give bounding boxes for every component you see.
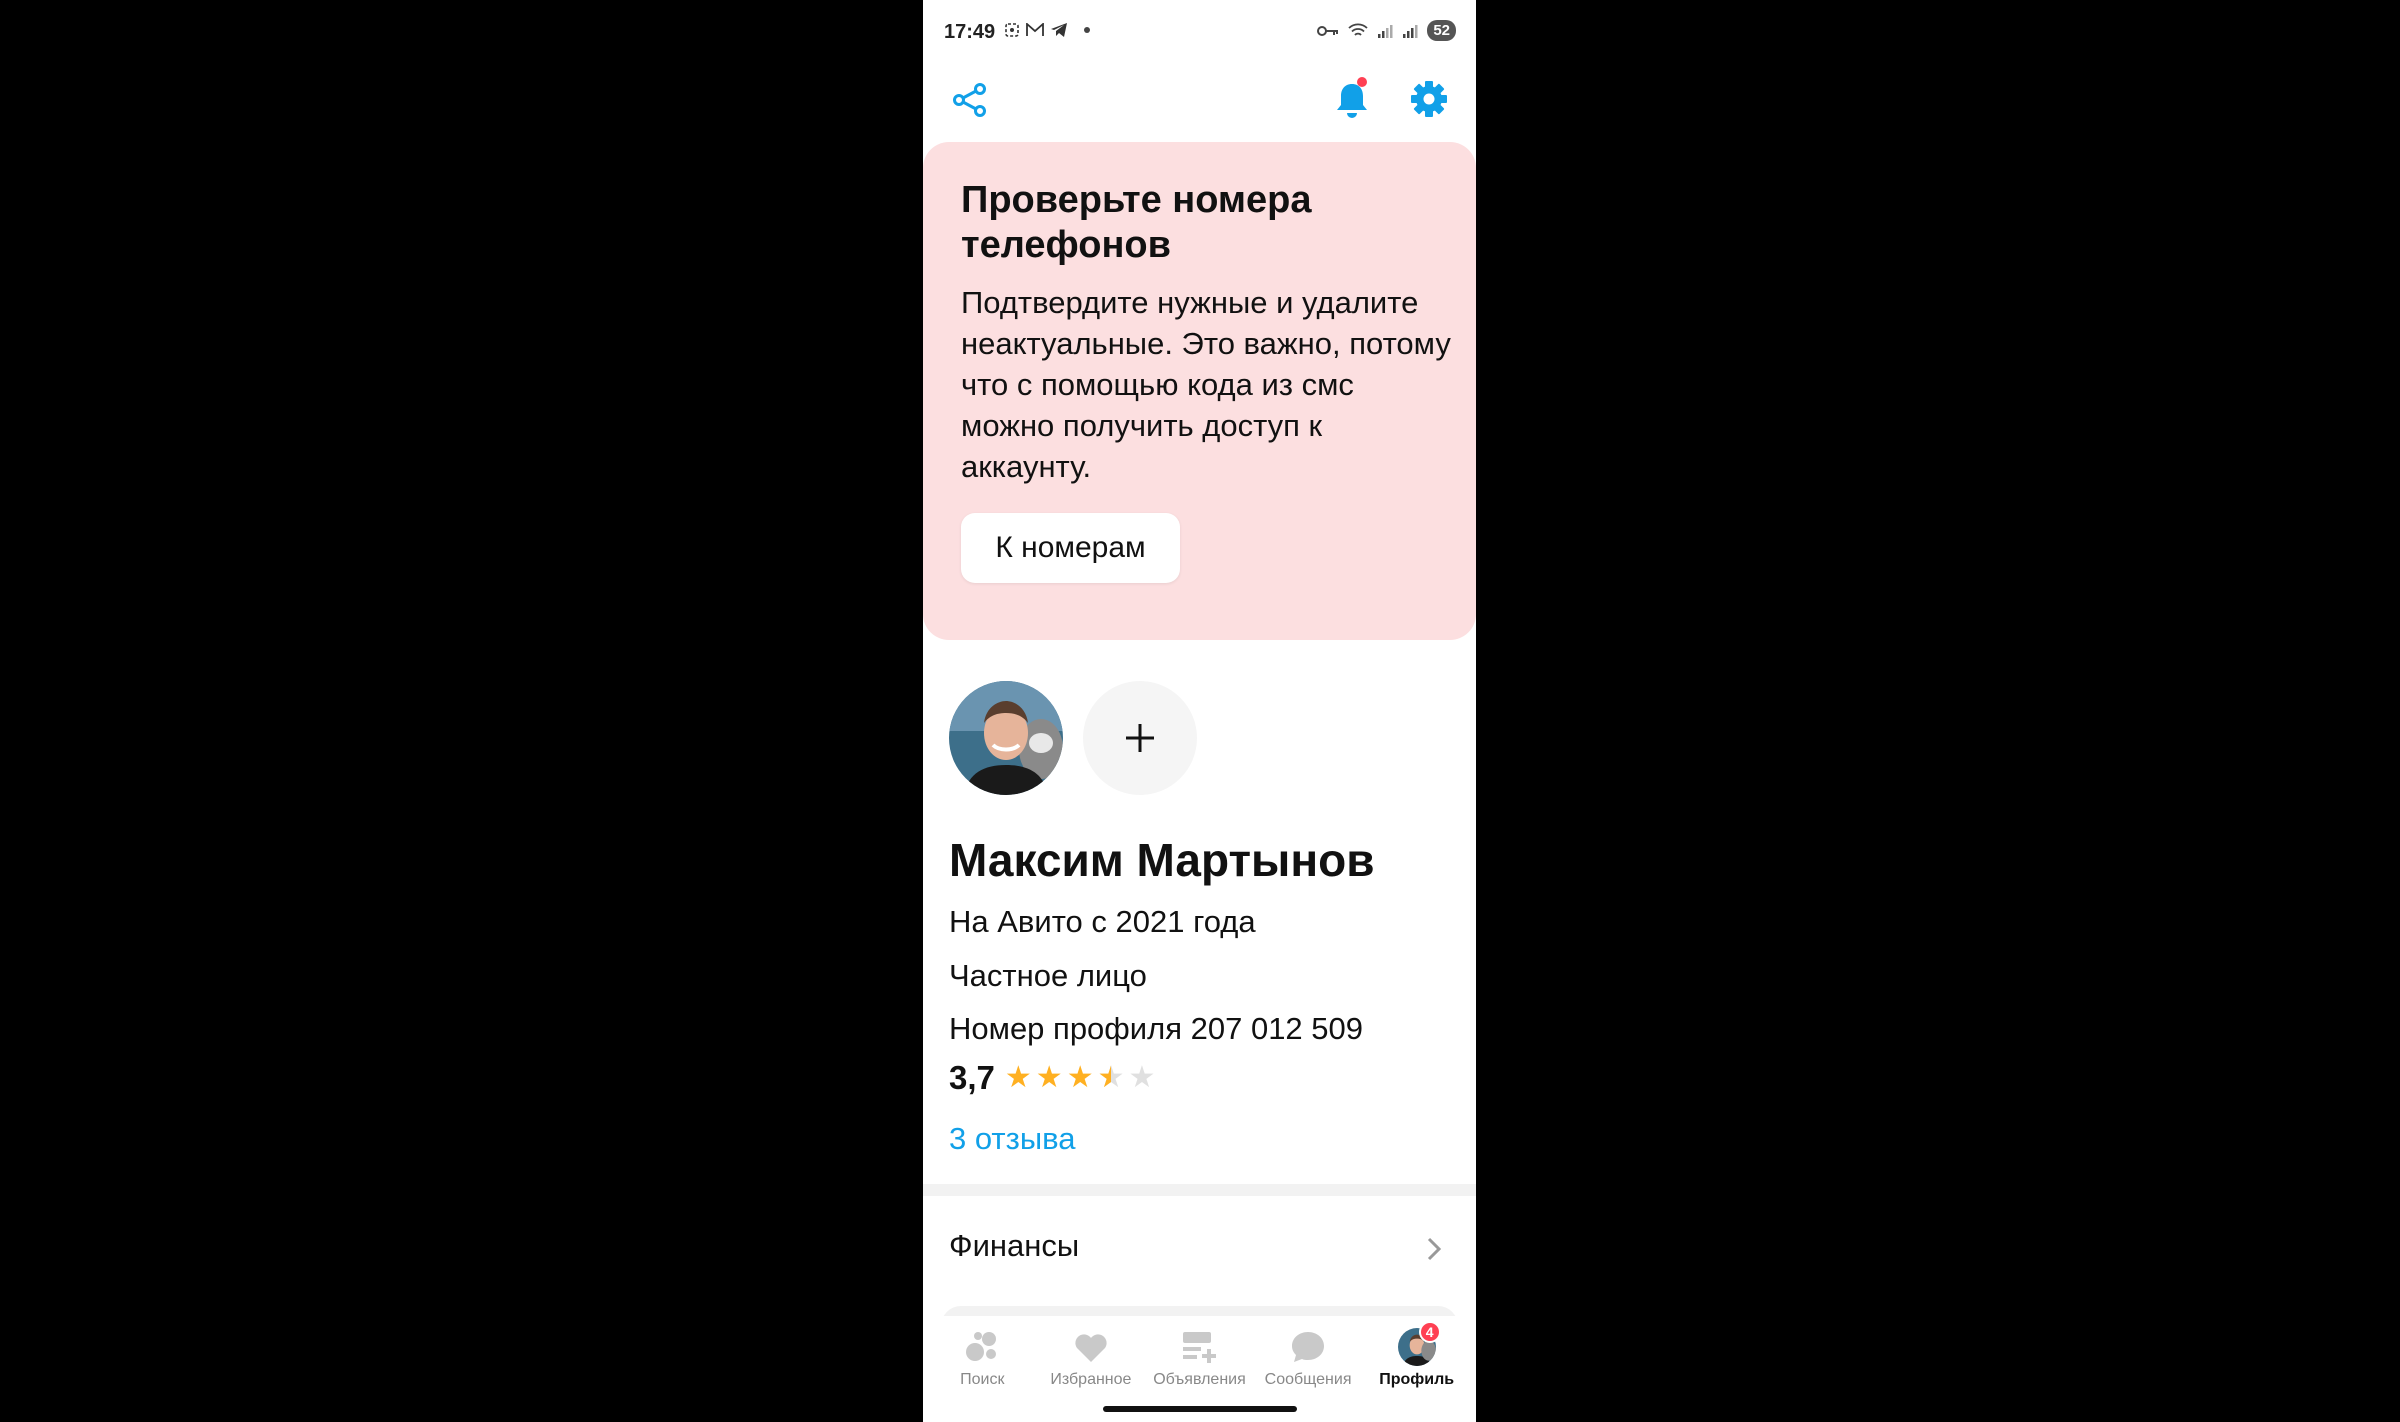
gear-icon[interactable] bbox=[1408, 78, 1450, 120]
signal-icon bbox=[1378, 24, 1393, 38]
battery-indicator: 52 bbox=[1427, 20, 1456, 41]
rating-stars: ★ ★ ★ ★ ★ bbox=[1004, 1061, 1156, 1094]
star-icon: ★ bbox=[1128, 1061, 1156, 1094]
ads-icon bbox=[1183, 1332, 1217, 1363]
more-notifications-dot bbox=[1084, 27, 1090, 33]
verify-phones-banner: Проверьте номера телефонов Подтвердите н… bbox=[923, 142, 1476, 640]
finance-label: Финансы bbox=[949, 1228, 1080, 1263]
star-icon: ★ bbox=[1035, 1061, 1063, 1094]
nav-label: Профиль bbox=[1379, 1371, 1455, 1388]
phone-screen: 17:49 52 Проверьте номера телефонов Подт… bbox=[923, 0, 1476, 1422]
nav-profile[interactable]: 4 Профиль bbox=[1362, 1316, 1471, 1422]
star-icon: ★ bbox=[1066, 1061, 1094, 1094]
nav-label: Избранное bbox=[1050, 1371, 1132, 1388]
reviews-link[interactable]: 3 отзыва bbox=[949, 1121, 1075, 1157]
nav-search[interactable]: Поиск bbox=[928, 1316, 1037, 1422]
vpn-key-icon bbox=[1317, 25, 1339, 36]
profile-avatar-icon: 4 bbox=[1397, 1321, 1441, 1367]
plus-icon bbox=[1126, 724, 1154, 752]
nav-label: Поиск bbox=[960, 1371, 1005, 1388]
banner-title: Проверьте номера телефонов bbox=[961, 179, 1312, 266]
nav-label: Объявления bbox=[1153, 1371, 1246, 1388]
nav-label: Сообщения bbox=[1264, 1371, 1352, 1388]
add-photo-button[interactable] bbox=[1083, 681, 1197, 795]
section-divider bbox=[923, 1184, 1476, 1196]
rating-value: 3,7 bbox=[949, 1059, 995, 1096]
rating: 3,7 ★ ★ ★ ★ ★ bbox=[949, 1059, 1155, 1097]
notification-badge: 4 bbox=[1418, 1321, 1441, 1343]
avatar[interactable] bbox=[949, 681, 1063, 795]
profile-number: Номер профиля 207 012 509 bbox=[949, 1011, 1364, 1046]
status-bar: 17:49 52 bbox=[923, 0, 1476, 70]
signal-2-icon bbox=[1403, 24, 1418, 38]
avatar-photo bbox=[949, 681, 1063, 795]
status-notification-icons bbox=[1004, 22, 1090, 38]
telegram-icon bbox=[1051, 23, 1067, 37]
message-bubble-icon bbox=[1292, 1332, 1325, 1362]
mail-icon bbox=[1026, 23, 1044, 36]
to-numbers-button[interactable]: К номерам bbox=[961, 513, 1180, 583]
chevron-right-icon bbox=[1427, 1237, 1442, 1261]
share-icon[interactable] bbox=[950, 80, 990, 120]
member-since: На Авито с 2021 года bbox=[949, 904, 1256, 939]
search-dots-icon bbox=[966, 1332, 997, 1361]
wifi-icon bbox=[1348, 23, 1368, 36]
star-icon: ★ bbox=[1004, 1061, 1032, 1094]
finance-menu-item[interactable]: Финансы bbox=[923, 1198, 1476, 1298]
home-indicator[interactable] bbox=[1103, 1406, 1297, 1412]
bell-icon[interactable] bbox=[1331, 76, 1373, 122]
heart-icon bbox=[1075, 1334, 1107, 1362]
status-system-icons: 52 bbox=[1317, 20, 1456, 41]
star-icon: ★ bbox=[1098, 1063, 1125, 1094]
screenshot-icon bbox=[1005, 23, 1019, 37]
banner-text: Подтвердите нужные и удалите неактуальны… bbox=[961, 285, 1451, 484]
profile-name: Максим Мартынов bbox=[949, 834, 1375, 886]
status-time: 17:49 bbox=[944, 21, 996, 43]
account-type: Частное лицо bbox=[949, 958, 1147, 993]
top-action-bar bbox=[923, 70, 1476, 140]
